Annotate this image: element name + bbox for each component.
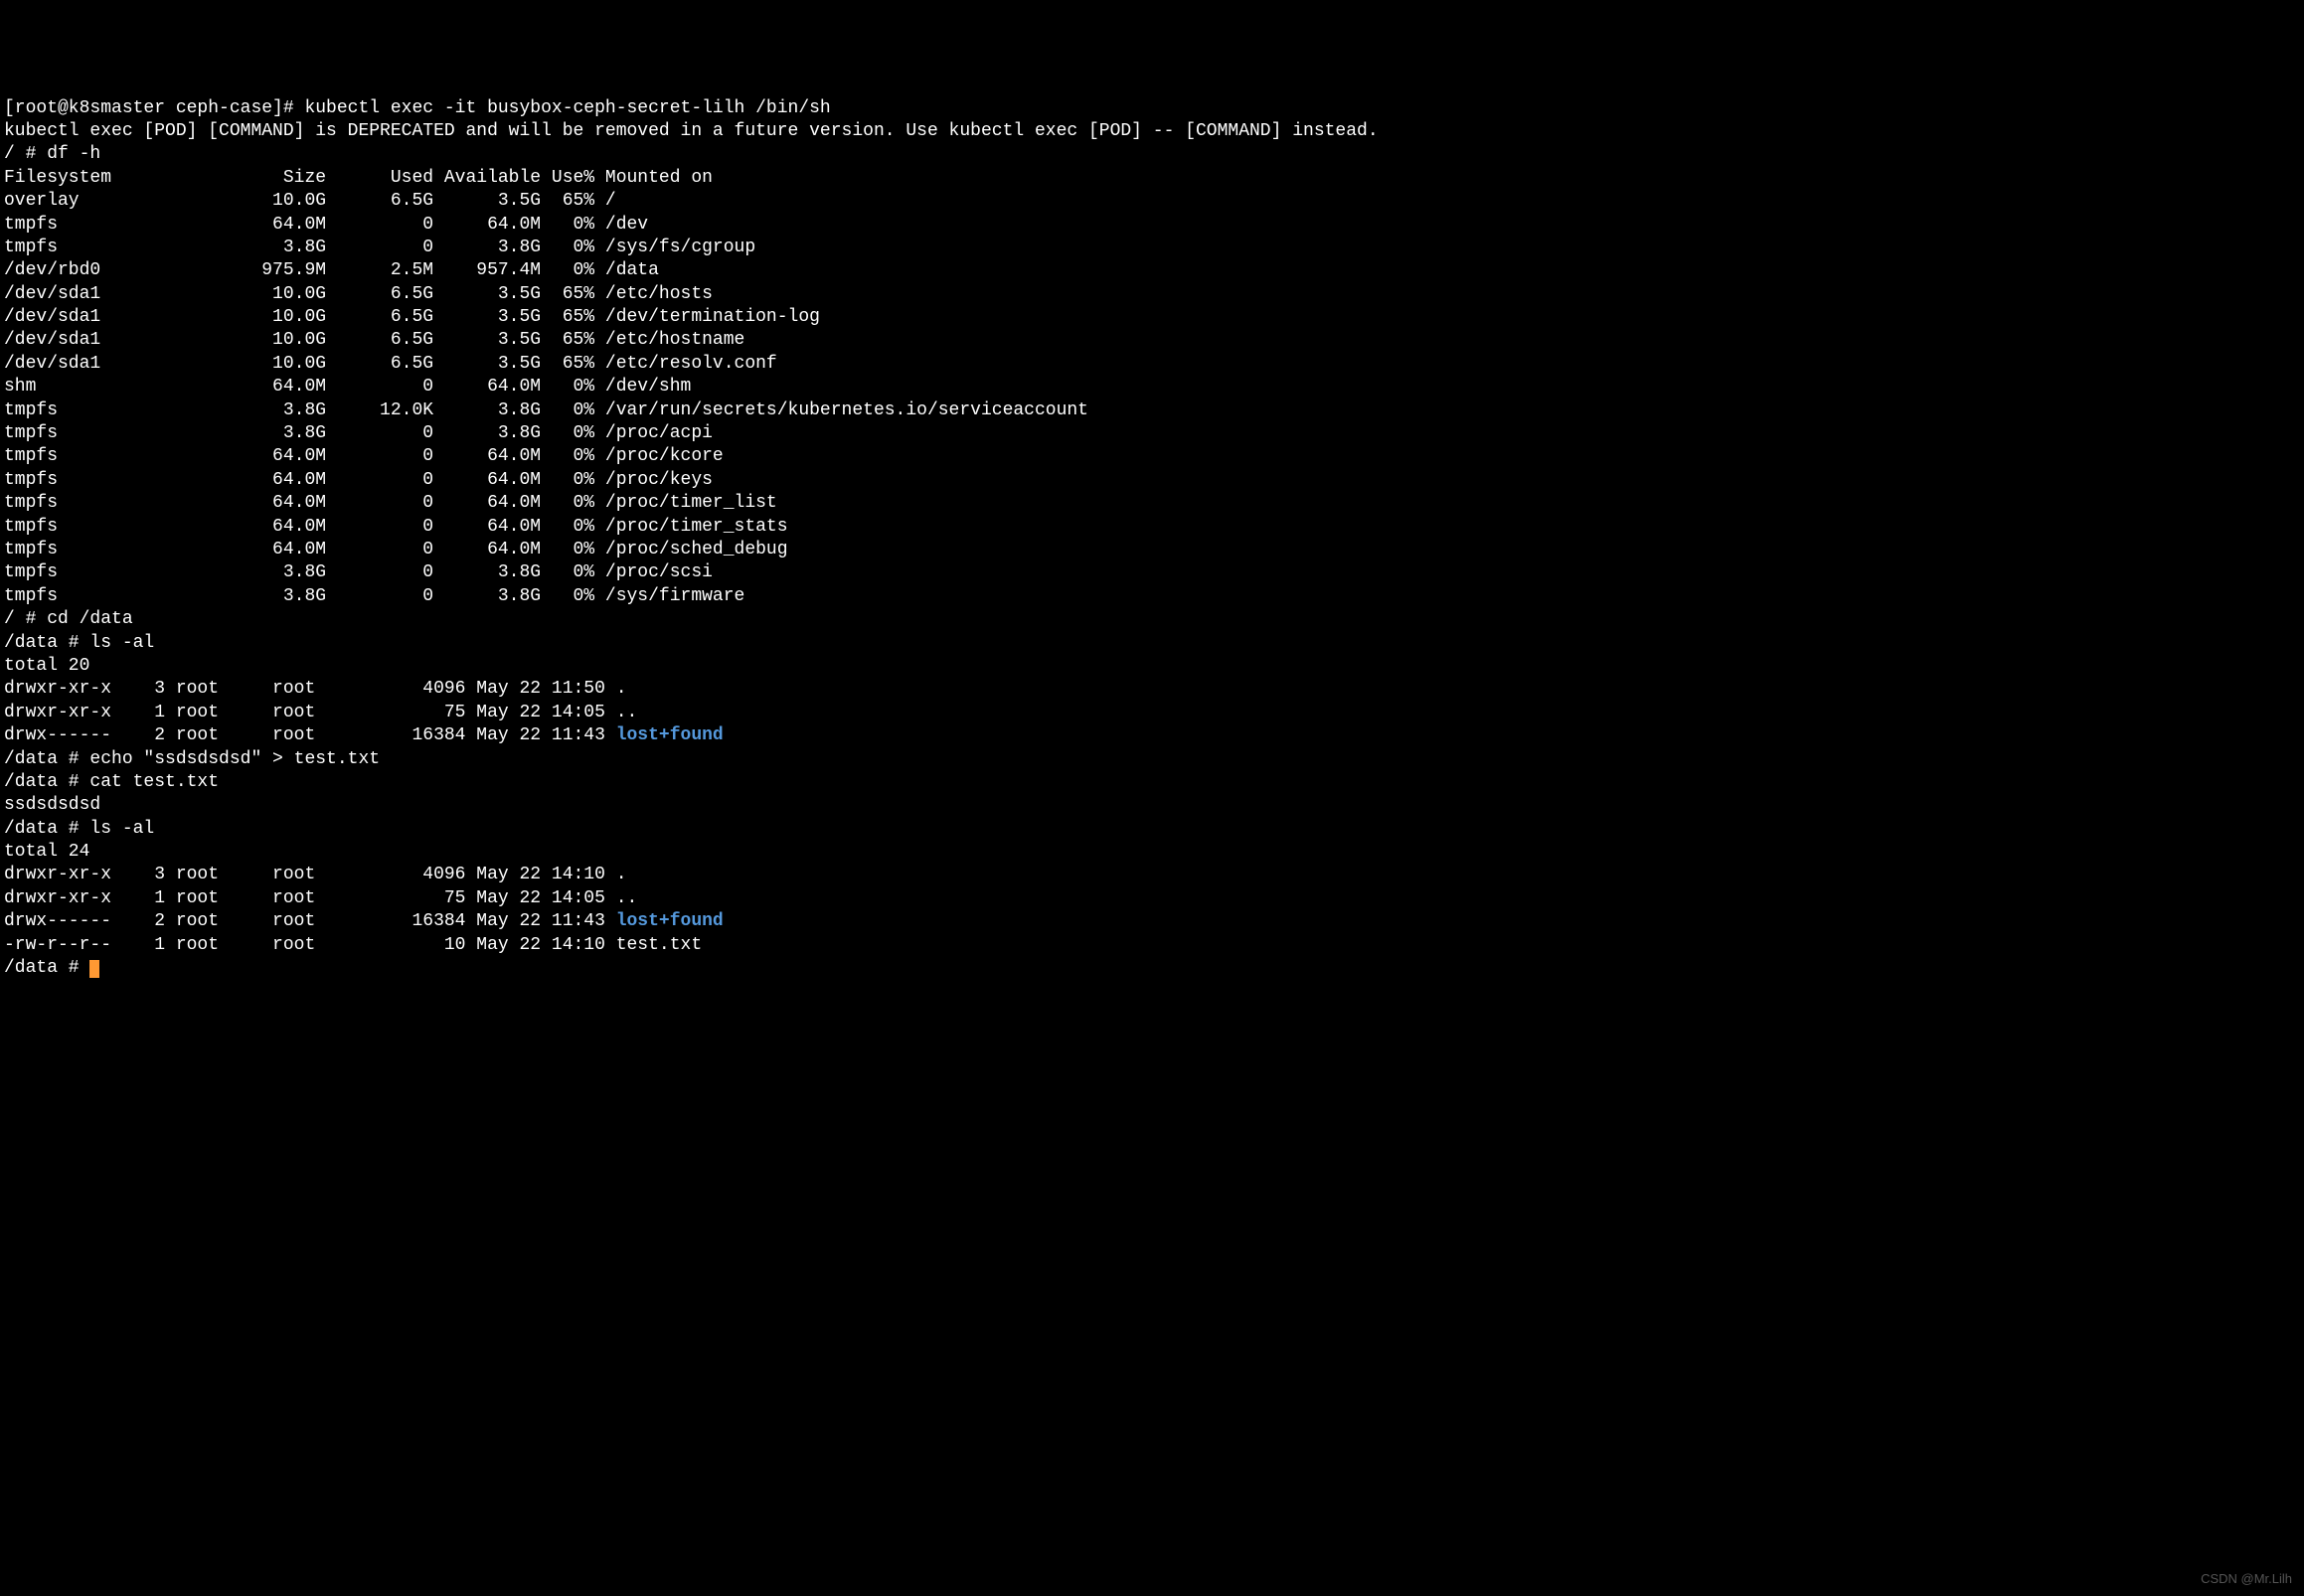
cursor [89,960,99,978]
terminal-text: Filesystem Size Used Available Use% Moun… [4,168,713,188]
terminal-text: tmpfs 64.0M 0 64.0M 0% /proc/sched_debug [4,540,788,559]
terminal-line: /dev/sda1 10.0G 6.5G 3.5G 65% /dev/termi… [4,306,2300,329]
terminal-line: /data # ls -al [4,818,2300,841]
terminal-text: /data # cat test.txt [4,772,219,792]
terminal-text: drwxr-xr-x 3 root root 4096 May 22 11:50… [4,679,627,699]
terminal-line: /dev/sda1 10.0G 6.5G 3.5G 65% /etc/resol… [4,353,2300,376]
terminal-line: total 20 [4,655,2300,678]
terminal-line: / # df -h [4,143,2300,166]
terminal-text: ssdsdsdsd [4,795,100,815]
terminal-text: /data # ls -al [4,819,154,839]
terminal-line: Filesystem Size Used Available Use% Moun… [4,167,2300,190]
highlighted-text: lost+found [616,725,724,745]
terminal-text: tmpfs 64.0M 0 64.0M 0% /proc/timer_stats [4,517,788,537]
terminal-line: ssdsdsdsd [4,794,2300,817]
terminal-line: /data # [4,957,2300,980]
watermark-text: CSDN @Mr.Lilh [2201,1571,2292,1588]
terminal-line: /data # echo "ssdsdsdsd" > test.txt [4,748,2300,771]
terminal-line: tmpfs 64.0M 0 64.0M 0% /proc/sched_debug [4,539,2300,561]
terminal-line: [root@k8smaster ceph-case]# kubectl exec… [4,97,2300,120]
terminal-line: kubectl exec [POD] [COMMAND] is DEPRECAT… [4,120,2300,143]
terminal-text: tmpfs 64.0M 0 64.0M 0% /proc/kcore [4,446,724,466]
terminal-line: overlay 10.0G 6.5G 3.5G 65% / [4,190,2300,213]
terminal-line: /data # ls -al [4,632,2300,655]
terminal-line: tmpfs 3.8G 0 3.8G 0% /sys/firmware [4,585,2300,608]
terminal-line: drwxr-xr-x 3 root root 4096 May 22 11:50… [4,678,2300,701]
terminal-line: tmpfs 64.0M 0 64.0M 0% /proc/kcore [4,445,2300,468]
terminal-line: tmpfs 64.0M 0 64.0M 0% /proc/timer_stats [4,516,2300,539]
terminal-line: tmpfs 64.0M 0 64.0M 0% /proc/timer_list [4,492,2300,515]
terminal-line: /dev/sda1 10.0G 6.5G 3.5G 65% /etc/hosts [4,283,2300,306]
terminal-text: tmpfs 3.8G 0 3.8G 0% /sys/firmware [4,586,744,606]
highlighted-text: lost+found [616,911,724,931]
terminal-text: tmpfs 64.0M 0 64.0M 0% /proc/keys [4,470,713,490]
terminal-line: total 24 [4,841,2300,864]
terminal-text: /dev/sda1 10.0G 6.5G 3.5G 65% /etc/hosts [4,284,713,304]
terminal-text: /dev/sda1 10.0G 6.5G 3.5G 65% /etc/hostn… [4,330,744,350]
terminal-line: /dev/rbd0 975.9M 2.5M 957.4M 0% /data [4,259,2300,282]
terminal-text: drwx------ 2 root root 16384 May 22 11:4… [4,911,616,931]
terminal-text: tmpfs 3.8G 0 3.8G 0% /proc/acpi [4,423,713,443]
terminal-text: / # df -h [4,144,100,164]
terminal-line: drwx------ 2 root root 16384 May 22 11:4… [4,724,2300,747]
terminal-line: / # cd /data [4,608,2300,631]
terminal-text: tmpfs 3.8G 12.0K 3.8G 0% /var/run/secret… [4,400,1088,420]
terminal-line: tmpfs 64.0M 0 64.0M 0% /proc/keys [4,469,2300,492]
terminal-text: drwxr-xr-x 1 root root 75 May 22 14:05 .… [4,888,637,908]
terminal-text: overlay 10.0G 6.5G 3.5G 65% / [4,191,616,211]
terminal-line: /data # cat test.txt [4,771,2300,794]
terminal-line: tmpfs 3.8G 0 3.8G 0% /sys/fs/cgroup [4,237,2300,259]
terminal-text: /dev/rbd0 975.9M 2.5M 957.4M 0% /data [4,260,659,280]
terminal-text: drwxr-xr-x 1 root root 75 May 22 14:05 .… [4,703,637,722]
terminal-line: /dev/sda1 10.0G 6.5G 3.5G 65% /etc/hostn… [4,329,2300,352]
terminal-line: -rw-r--r-- 1 root root 10 May 22 14:10 t… [4,934,2300,957]
terminal-text: drwx------ 2 root root 16384 May 22 11:4… [4,725,616,745]
terminal-text: [root@k8smaster ceph-case]# kubectl exec… [4,98,831,118]
terminal-text: tmpfs 64.0M 0 64.0M 0% /dev [4,215,648,235]
terminal-text: /dev/sda1 10.0G 6.5G 3.5G 65% /dev/termi… [4,307,820,327]
terminal-line: tmpfs 3.8G 0 3.8G 0% /proc/scsi [4,561,2300,584]
terminal-text: kubectl exec [POD] [COMMAND] is DEPRECAT… [4,121,1379,141]
terminal-line: drwxr-xr-x 1 root root 75 May 22 14:05 .… [4,887,2300,910]
terminal-line: tmpfs 3.8G 0 3.8G 0% /proc/acpi [4,422,2300,445]
terminal-line: tmpfs 3.8G 12.0K 3.8G 0% /var/run/secret… [4,399,2300,422]
terminal-text: tmpfs 3.8G 0 3.8G 0% /sys/fs/cgroup [4,238,755,257]
terminal-line: shm 64.0M 0 64.0M 0% /dev/shm [4,376,2300,399]
terminal-text: drwxr-xr-x 3 root root 4096 May 22 14:10… [4,865,627,884]
terminal-line: tmpfs 64.0M 0 64.0M 0% /dev [4,214,2300,237]
terminal-text: / # cd /data [4,609,133,629]
terminal-text: shm 64.0M 0 64.0M 0% /dev/shm [4,377,691,397]
terminal-text: -rw-r--r-- 1 root root 10 May 22 14:10 t… [4,935,702,955]
terminal-line: drwx------ 2 root root 16384 May 22 11:4… [4,910,2300,933]
terminal-output[interactable]: [root@k8smaster ceph-case]# kubectl exec… [4,97,2300,981]
terminal-line: drwxr-xr-x 1 root root 75 May 22 14:05 .… [4,702,2300,724]
terminal-text: /data # echo "ssdsdsdsd" > test.txt [4,749,380,769]
terminal-text: total 24 [4,842,89,862]
terminal-text: /data # ls -al [4,633,154,653]
terminal-text: /dev/sda1 10.0G 6.5G 3.5G 65% /etc/resol… [4,354,777,374]
terminal-text: tmpfs 64.0M 0 64.0M 0% /proc/timer_list [4,493,777,513]
terminal-text: total 20 [4,656,89,676]
terminal-text: tmpfs 3.8G 0 3.8G 0% /proc/scsi [4,562,713,582]
terminal-line: drwxr-xr-x 3 root root 4096 May 22 14:10… [4,864,2300,886]
terminal-text: /data # [4,958,89,978]
